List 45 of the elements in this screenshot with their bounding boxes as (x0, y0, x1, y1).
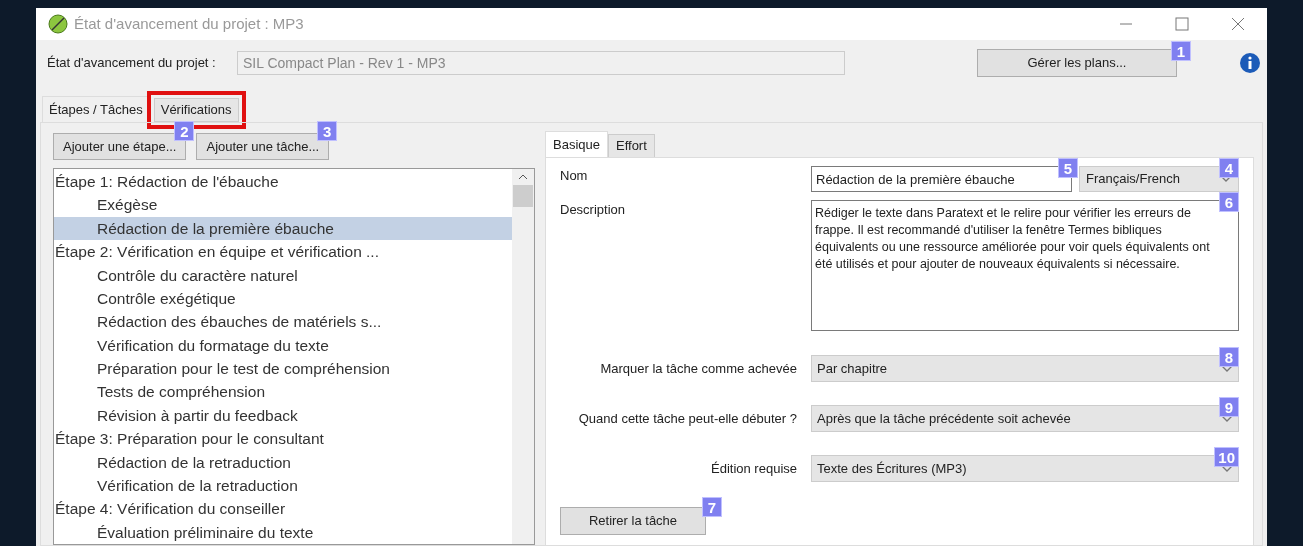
leaf-logo-icon (48, 14, 68, 34)
task-item[interactable]: Évaluation préliminaire du texte (54, 520, 512, 544)
plan-label: État d'avancement du projet : (47, 53, 217, 72)
option-label: Édition requise (710, 459, 797, 478)
callout-badge: 9 (1219, 397, 1239, 417)
callout-badge: 3 (317, 121, 338, 141)
window-title: État d'avancement du projet : MP3 (74, 13, 304, 34)
callout-badge: 5 (1058, 158, 1078, 178)
callout-badge: 10 (1214, 447, 1239, 467)
task-item[interactable]: Contrôle exégétique (54, 286, 512, 311)
info-icon[interactable] (1239, 51, 1261, 74)
callout-badge: 2 (174, 121, 195, 141)
maximize-icon[interactable] (1175, 17, 1189, 31)
option-label: Marquer la tâche comme achevée (599, 359, 797, 378)
tab[interactable]: Étapes / Tâches (42, 96, 150, 122)
description-label: Description (560, 201, 627, 219)
callout-badge: 4 (1219, 158, 1239, 178)
task-item[interactable]: Vérification de la retraduction (54, 473, 512, 498)
option-label: Quand cette tâche peut-elle débuter ? (577, 409, 797, 428)
tab[interactable]: Effort (608, 134, 655, 157)
plan-field: SIL Compact Plan - Rev 1 - MP3 (237, 50, 845, 75)
tab[interactable]: Basique (545, 131, 608, 157)
scrollbar[interactable] (512, 169, 534, 544)
close-icon[interactable] (1231, 17, 1245, 31)
stage-item[interactable]: Étape 1: Rédaction de l'ébauche (54, 170, 512, 194)
task-item[interactable]: Vérification du formatage du texte (54, 333, 512, 357)
task-item[interactable]: Rédaction des ébauches de matériels s... (54, 310, 512, 334)
callout-badge: 8 (1219, 347, 1239, 367)
task-item[interactable]: Préparation pour le test de compréhension (54, 357, 512, 381)
callout-badge: 1 (1171, 40, 1191, 61)
scroll-thumb[interactable] (513, 185, 533, 207)
stage-item[interactable]: Étape 2: Vérification en équipe et vérification ... (54, 240, 512, 264)
stage-item[interactable]: Étape 3: Préparation pour le consultant (54, 427, 512, 451)
stage-item[interactable]: Étape 4: Vérification du conseiller (54, 497, 512, 521)
task-item[interactable]: Contrôle du caractère naturel (54, 263, 512, 287)
task-item[interactable]: Exégèse (54, 193, 512, 217)
task-item[interactable]: Tests de compréhension (54, 380, 512, 404)
remove-task-button[interactable]: Retirer la tâche (560, 507, 706, 535)
task-item[interactable]: Rédaction de la retraduction (54, 450, 512, 474)
manage-plans-button[interactable]: Gérer les plans... (977, 48, 1177, 77)
task-item[interactable]: Rédaction de la première ébauche (54, 216, 512, 241)
callout-badge: 7 (702, 497, 722, 517)
name-label: Nom (560, 167, 589, 185)
task-item[interactable]: Révision à partir du feedback (54, 403, 512, 428)
callout-badge: 6 (1219, 192, 1239, 212)
